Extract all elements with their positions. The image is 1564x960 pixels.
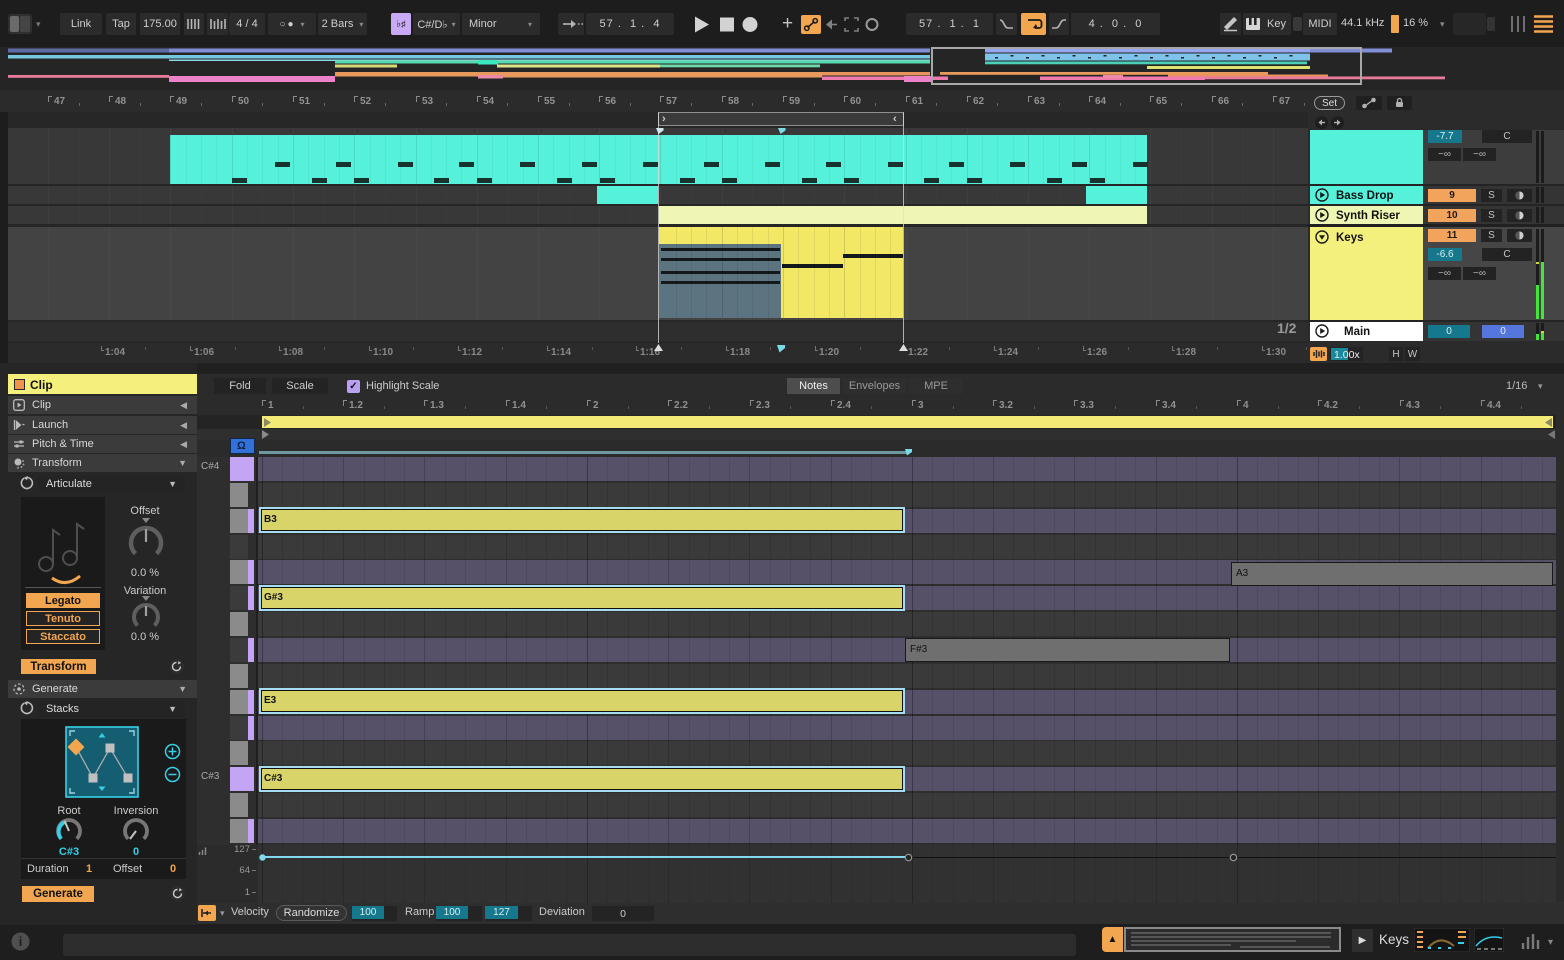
- svg-text:i: i: [19, 934, 23, 949]
